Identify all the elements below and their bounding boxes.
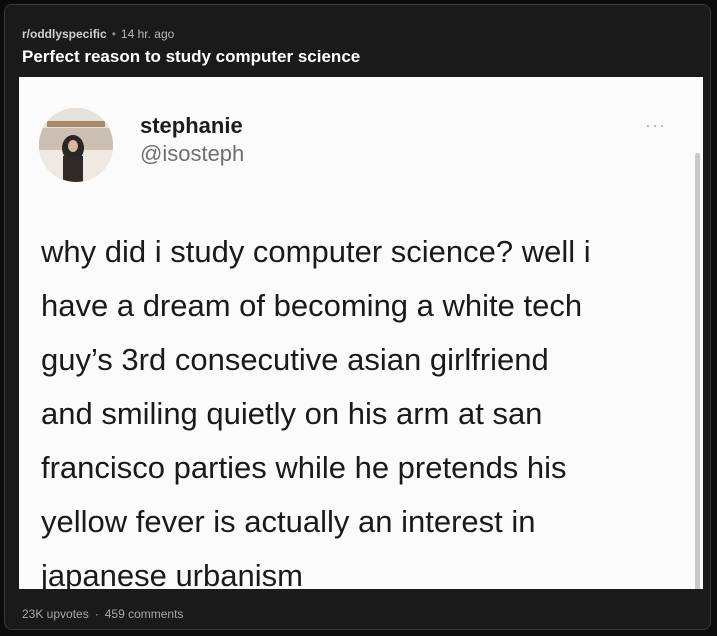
image-scrollbar bbox=[695, 153, 700, 589]
subreddit-link[interactable]: r/oddlyspecific bbox=[22, 27, 107, 41]
tweet-line: have a dream of becoming a white tech bbox=[41, 288, 583, 323]
more-icon: ··· bbox=[645, 115, 666, 135]
post-age: 14 hr. ago bbox=[120, 27, 175, 41]
user-handle: @isosteph bbox=[140, 141, 245, 166]
tweet-line: francisco parties while he pretends his bbox=[41, 450, 567, 485]
post-footer: 23K upvotes · 459 comments bbox=[22, 607, 183, 621]
tweet-line: yellow fever is actually an interest in bbox=[41, 504, 536, 539]
comment-count[interactable]: 459 comments bbox=[105, 607, 184, 621]
footer-separator: · bbox=[94, 607, 99, 621]
tweet-line: and smiling quietly on his arm at san bbox=[41, 396, 543, 431]
avatar-photo bbox=[39, 108, 113, 182]
post-meta: r/oddlyspecific • 14 hr. ago bbox=[22, 27, 174, 41]
tweet-line: why did i study computer science? well i bbox=[41, 234, 591, 269]
tweet-line: japanese urbanism bbox=[41, 558, 303, 589]
post-card[interactable]: r/oddlyspecific • 14 hr. ago Perfect rea… bbox=[4, 4, 711, 630]
post-title[interactable]: Perfect reason to study computer science bbox=[22, 47, 360, 67]
tweet-line: guy’s 3rd consecutive asian girlfriend bbox=[41, 342, 549, 377]
post-image[interactable]: stephanie @isosteph ··· why did i study … bbox=[19, 77, 703, 589]
upvote-count[interactable]: 23K upvotes bbox=[22, 607, 89, 621]
avatar bbox=[39, 108, 113, 182]
tweet-text: why did i study computer science? well i… bbox=[41, 225, 681, 589]
display-name: stephanie bbox=[140, 113, 243, 138]
meta-separator: • bbox=[111, 27, 116, 41]
